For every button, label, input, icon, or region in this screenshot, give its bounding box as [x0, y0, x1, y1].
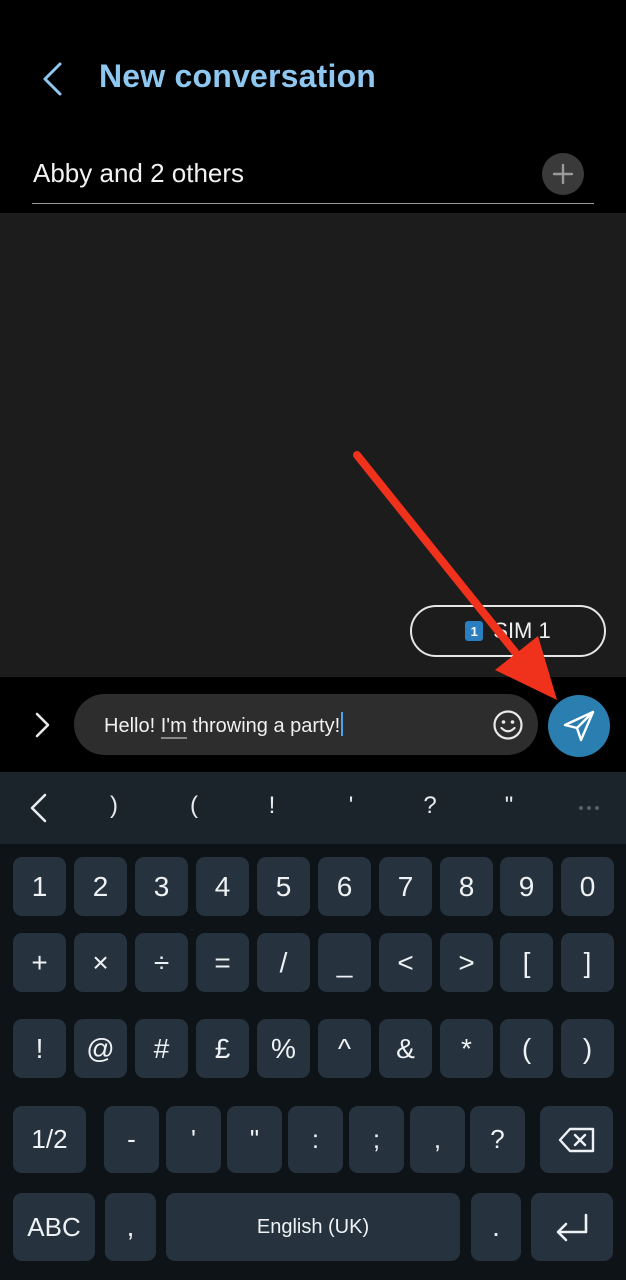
- key-row4[interactable]: ?: [470, 1106, 525, 1173]
- key-row1[interactable]: 3: [135, 857, 188, 916]
- space-key[interactable]: English (UK): [166, 1193, 460, 1261]
- key-row2[interactable]: _: [318, 933, 371, 992]
- key-row1[interactable]: 7: [379, 857, 432, 916]
- key-row1[interactable]: 9: [500, 857, 553, 916]
- abc-key[interactable]: ABC: [13, 1193, 95, 1261]
- key-row4[interactable]: ': [166, 1106, 221, 1173]
- message-input[interactable]: Hello! I'm throwing a party!: [74, 694, 538, 755]
- add-recipient-button[interactable]: [542, 153, 584, 195]
- page-toggle-key[interactable]: 1/2: [13, 1106, 86, 1173]
- emoji-button[interactable]: [490, 707, 526, 743]
- key-row2[interactable]: /: [257, 933, 310, 992]
- sim-selector[interactable]: 1 SIM 1: [410, 605, 606, 657]
- key-row4[interactable]: ": [227, 1106, 282, 1173]
- recipient-field[interactable]: Abby and 2 others: [33, 158, 244, 189]
- text-cursor: [341, 712, 344, 736]
- back-button[interactable]: [30, 52, 74, 106]
- key-row2[interactable]: ]: [561, 933, 614, 992]
- message-text-part: throwing a party!: [186, 715, 341, 737]
- key-row4[interactable]: -: [104, 1106, 159, 1173]
- key-row3[interactable]: !: [13, 1019, 66, 1078]
- key-row2[interactable]: ÷: [135, 933, 188, 992]
- key-row3[interactable]: £: [196, 1019, 249, 1078]
- chevron-right-icon: [35, 712, 50, 738]
- key-row2[interactable]: =: [196, 933, 249, 992]
- compose-bar: Hello! I'm throwing a party!: [0, 677, 626, 772]
- suggestion-key[interactable]: ): [94, 792, 134, 824]
- suggestion-key[interactable]: ?: [410, 792, 450, 824]
- key-row4[interactable]: :: [288, 1106, 343, 1173]
- key-row1[interactable]: 2: [74, 857, 127, 916]
- suggestion-key[interactable]: ': [331, 792, 371, 824]
- spellcheck-word: I'm: [160, 715, 187, 739]
- more-options-icon[interactable]: [574, 794, 604, 822]
- smiley-icon: [493, 710, 523, 740]
- key-row3[interactable]: %: [257, 1019, 310, 1078]
- enter-key[interactable]: [531, 1193, 613, 1261]
- key-row2[interactable]: [: [500, 933, 553, 992]
- key-row3[interactable]: &: [379, 1019, 432, 1078]
- suggestion-bar: ) ( ! ' ? ": [0, 772, 626, 844]
- key-row1[interactable]: 1: [13, 857, 66, 916]
- suggestion-key[interactable]: ": [489, 792, 529, 824]
- key-row3[interactable]: (: [500, 1019, 553, 1078]
- conversation-area: 1 SIM 1: [0, 213, 626, 677]
- key-row2[interactable]: +: [13, 933, 66, 992]
- header: New conversation Abby and 2 others: [0, 0, 626, 213]
- key-row3[interactable]: ^: [318, 1019, 371, 1078]
- key-row1[interactable]: 0: [561, 857, 614, 916]
- message-text-part: Hello!: [104, 715, 161, 737]
- key-row2[interactable]: >: [440, 933, 493, 992]
- period-key[interactable]: .: [471, 1193, 521, 1261]
- key-row1[interactable]: 6: [318, 857, 371, 916]
- suggestion-key[interactable]: (: [174, 792, 214, 824]
- plus-icon: [552, 163, 574, 185]
- key-row1[interactable]: 8: [440, 857, 493, 916]
- key-row1[interactable]: 4: [196, 857, 249, 916]
- key-row4[interactable]: ;: [349, 1106, 404, 1173]
- key-row3[interactable]: ): [561, 1019, 614, 1078]
- sim-badge: 1: [465, 621, 484, 641]
- key-row3[interactable]: @: [74, 1019, 127, 1078]
- enter-icon: [556, 1213, 588, 1242]
- chevron-left-icon: [30, 793, 47, 823]
- toolbar-back-button[interactable]: [20, 788, 56, 828]
- key-row3[interactable]: #: [135, 1019, 188, 1078]
- comma-key[interactable]: ,: [105, 1193, 156, 1261]
- key-row1[interactable]: 5: [257, 857, 310, 916]
- key-row4[interactable]: ,: [410, 1106, 465, 1173]
- recipient-divider: [32, 203, 594, 204]
- page-title: New conversation: [99, 58, 377, 94]
- backspace-icon: [558, 1127, 594, 1152]
- key-row3[interactable]: *: [440, 1019, 493, 1078]
- expand-options-button[interactable]: [24, 705, 60, 745]
- chevron-left-icon: [43, 62, 62, 96]
- paper-plane-icon: [563, 710, 595, 742]
- backspace-key[interactable]: [540, 1106, 613, 1173]
- keyboard: ) ( ! ' ? " 1 2 3 4 5 6 7 8 9 0 + × ÷ = / _ < >[]! @ # £% ^ & *…: [0, 772, 626, 1280]
- suggestion-key[interactable]: !: [252, 792, 292, 824]
- sim-label: SIM 1: [493, 618, 551, 643]
- key-row2[interactable]: <: [379, 933, 432, 992]
- message-text: Hello! I'm throwing a party!: [104, 712, 344, 739]
- send-button[interactable]: [548, 695, 610, 757]
- key-row2[interactable]: ×: [74, 933, 127, 992]
